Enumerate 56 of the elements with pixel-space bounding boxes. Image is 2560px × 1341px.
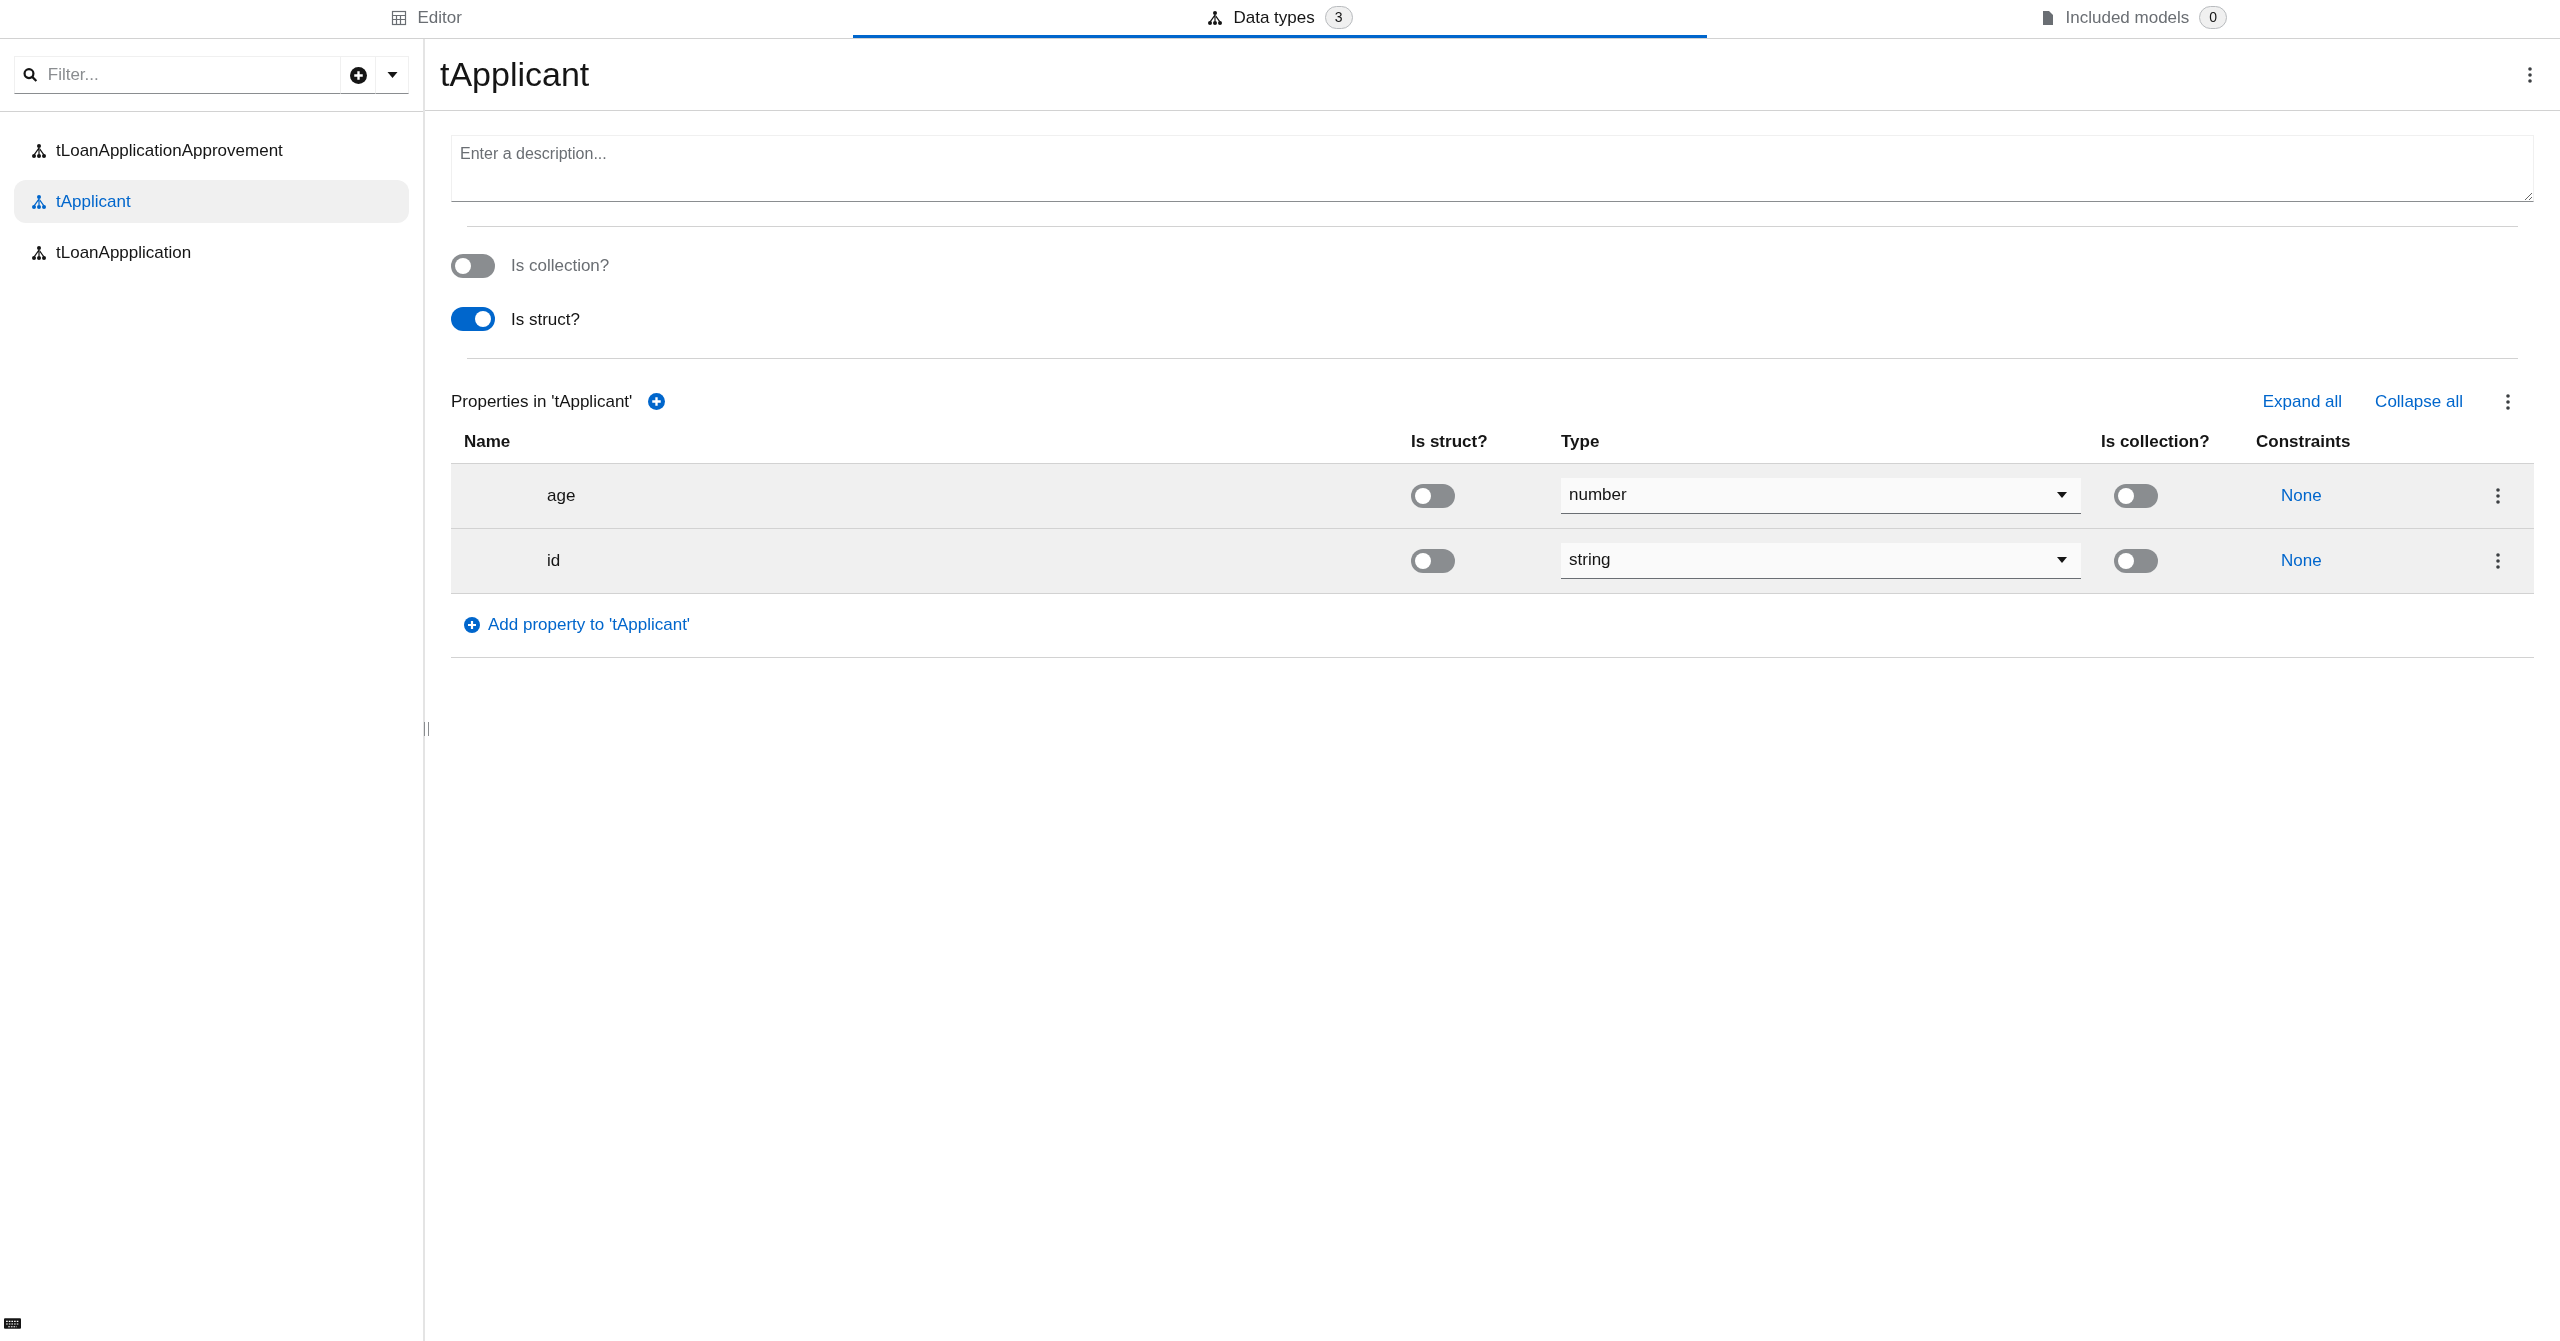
kebab-icon — [2506, 393, 2510, 410]
section-heading: Properties in 'tApplicant' — [451, 391, 633, 413]
caret-icon — [2057, 492, 2067, 498]
toggle-switch[interactable] — [2114, 483, 2158, 508]
link-button[interactable]: Expand all — [2262, 389, 2343, 415]
grid-icon — [391, 9, 408, 26]
caret-icon — [2057, 557, 2067, 563]
caret-icon — [386, 72, 398, 78]
toggle-switch[interactable] — [451, 307, 495, 332]
column-header: Type — [1561, 430, 1601, 453]
add-icon — [349, 66, 367, 84]
keyboard-icon — [4, 1318, 21, 1329]
add-property-button[interactable] — [648, 393, 666, 411]
property-name: id — [546, 549, 562, 572]
dropdown-toggle[interactable] — [375, 56, 409, 94]
column-header: Name — [463, 430, 512, 453]
tab[interactable]: Included models 0 — [1706, 0, 2560, 38]
page-title: tApplicant — [440, 54, 590, 95]
type-select[interactable]: number — [1561, 477, 2081, 514]
toggle-label: Is collection? — [511, 255, 610, 277]
property-name: age — [546, 484, 577, 507]
toggle-switch[interactable] — [451, 253, 495, 278]
resize-handle[interactable] — [424, 722, 429, 736]
column-header: Constraints — [2256, 430, 2352, 453]
toggle-switch[interactable] — [1411, 548, 1455, 573]
tab[interactable]: Editor — [0, 0, 854, 38]
filter-field[interactable]: Filter... — [14, 56, 341, 94]
description-field[interactable]: Enter a description... — [451, 135, 2534, 202]
constraints-link[interactable]: None — [2256, 482, 2471, 509]
count-badge: 3 — [1324, 6, 1353, 29]
toggle-switch[interactable] — [1411, 483, 1455, 508]
type-select[interactable]: string — [1561, 542, 2081, 579]
type-list-item[interactable]: tApplicant — [14, 180, 409, 223]
kebab-icon — [2528, 66, 2532, 83]
add-button[interactable] — [341, 56, 375, 94]
add-property-link[interactable]: Add property to 'tApplicant' — [464, 612, 691, 638]
column-header: Is struct? — [1411, 430, 1489, 453]
add-icon — [464, 617, 480, 633]
kebab-icon — [2496, 552, 2500, 569]
constraints-link[interactable]: None — [2256, 547, 2471, 574]
filter-input[interactable]: Filter... — [47, 62, 340, 88]
type-list-item[interactable]: tLoanApplicationApprovement — [14, 129, 409, 172]
hierarchy-icon — [1207, 9, 1224, 26]
count-badge: 0 — [2199, 6, 2228, 29]
hierarchy-icon — [31, 142, 47, 159]
type-list-item[interactable]: tLoanAppplication — [14, 231, 409, 274]
toggle-switch[interactable] — [2114, 548, 2158, 573]
hierarchy-icon — [31, 244, 47, 261]
kebab-icon — [2496, 487, 2500, 504]
column-header: Is collection? — [2101, 430, 2211, 453]
link-button[interactable]: Collapse all — [2375, 389, 2463, 415]
add-icon — [648, 393, 666, 411]
hierarchy-icon — [31, 193, 47, 210]
search-icon — [23, 67, 38, 83]
toggle-label: Is struct? — [511, 308, 580, 331]
tab[interactable]: Data types 3 — [853, 0, 1707, 38]
